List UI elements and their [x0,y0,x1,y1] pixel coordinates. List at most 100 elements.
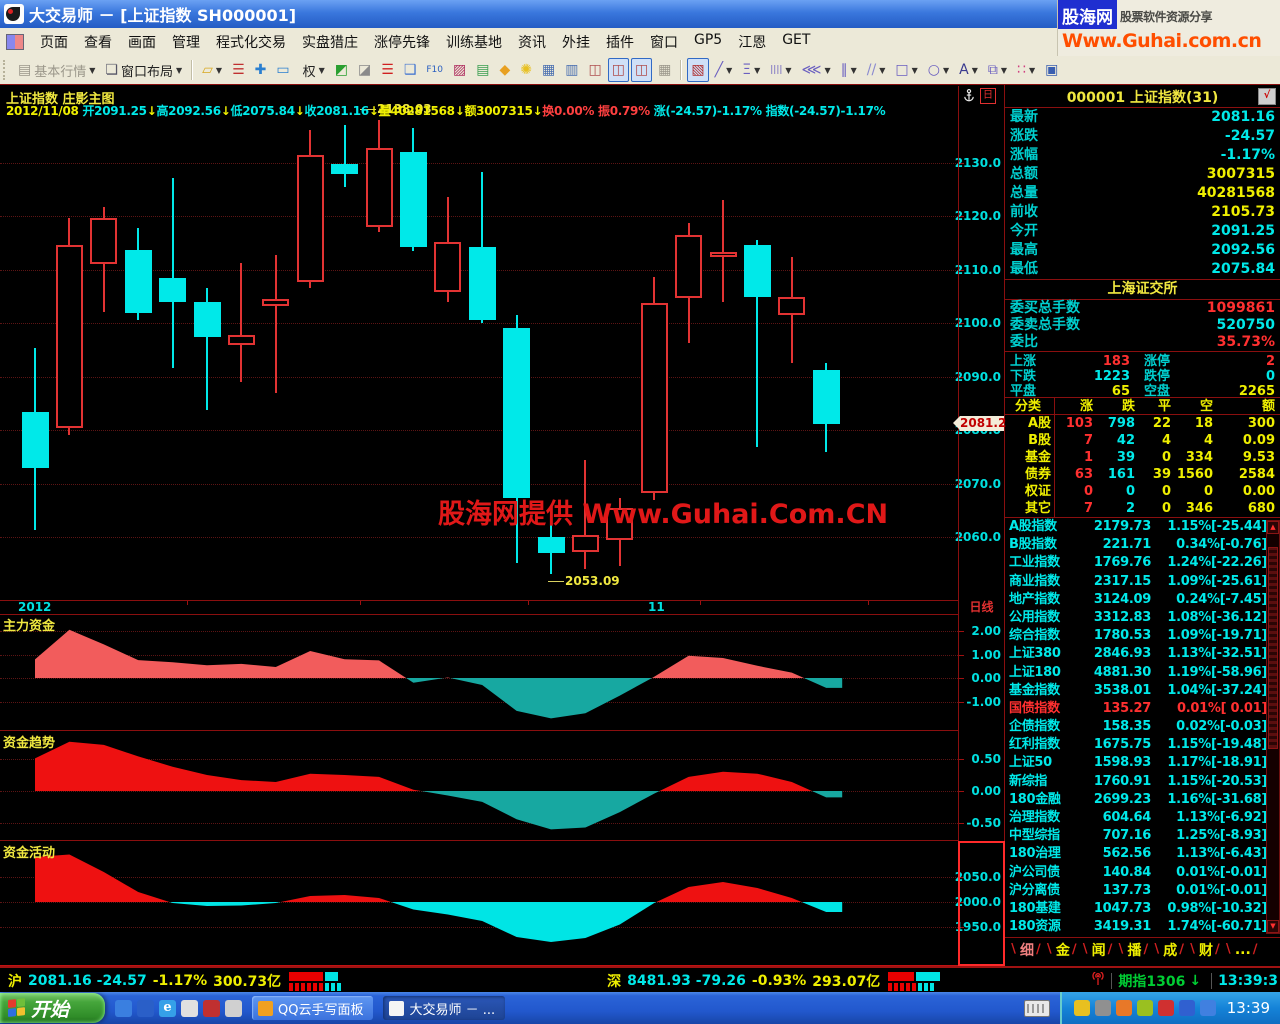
scroll-down-arrow[interactable]: ▼ [1267,920,1279,933]
calendar-button[interactable]: ▦ [654,58,675,82]
tray-icon-1[interactable] [1074,1000,1090,1016]
warning-button[interactable]: ◆ [495,58,514,82]
move-cross-button[interactable]: ✚ [251,58,271,82]
index-row[interactable]: 上证1804881.301.19%[-58.96] [1005,664,1280,682]
tray-icon-5[interactable] [1158,1000,1174,1016]
quote-row[interactable]: 前收2105.73 [1005,203,1280,222]
quote-row[interactable]: 涨跌-24.57 [1005,127,1280,146]
menu-item-9[interactable]: 资讯 [510,29,554,55]
menu-item-7[interactable]: 涨停先锋 [366,29,438,55]
quote-row[interactable]: 最低2075.84 [1005,260,1280,279]
draw-tools-button[interactable]: ▧ [687,58,708,82]
index-row[interactable]: 公用指数3312.831.08%[-36.12] [1005,609,1280,627]
basic-quotes-button[interactable]: ▤基本行情▼ [14,58,99,82]
quick-launch-icon-3[interactable]: e [159,1000,176,1017]
index-row[interactable]: 中型综指707.161.25%[-8.93] [1005,827,1280,845]
channel-tool-button[interactable]: ∥▼ [837,58,861,82]
menu-item-2[interactable]: 查看 [76,29,120,55]
index-row[interactable]: 红利指数1675.751.15%[-19.48] [1005,736,1280,754]
scroll-up-arrow[interactable]: ▲ [1267,521,1279,534]
red-bars-button[interactable]: ☰ [377,58,398,82]
sort-list-button[interactable]: ☰ [228,58,249,82]
tray-icon-7[interactable] [1200,1000,1216,1016]
index-row[interactable]: 新综指1760.911.15%[-20.53] [1005,773,1280,791]
index-row[interactable]: 上证501598.931.17%[-18.91] [1005,754,1280,772]
chart-window3-button[interactable]: ◫ [631,58,652,82]
index-row[interactable]: 地产指数3124.090.24%[-7.45] [1005,591,1280,609]
index-row[interactable]: 180金融2699.231.16%[-31.68] [1005,791,1280,809]
index-row[interactable]: B股指数221.710.34%[-0.76] [1005,536,1280,554]
date-axis[interactable]: 201211 [0,600,958,615]
vlines-tool-button[interactable]: ||||▼ [766,58,795,82]
index-scrollbar[interactable]: ▲ ▼ [1266,520,1280,934]
table-button[interactable]: ▦ [538,58,559,82]
index-row[interactable]: 180治理562.561.13%[-6.43] [1005,845,1280,863]
quote-tab-4[interactable]: 播 [1127,940,1141,960]
class-table-row[interactable]: 债券631613915602584 [1005,466,1280,483]
rights-button[interactable]: 权▼ [296,58,329,82]
palette-tool-button[interactable]: ∷▼ [1013,58,1039,82]
hatch-tool-button[interactable]: //▼ [863,58,890,82]
quote-tab-5[interactable]: 成 [1163,940,1177,960]
anchor-icon[interactable] [962,88,976,103]
index-row[interactable]: 商业指数2317.151.09%[-25.61] [1005,573,1280,591]
f10-button[interactable]: F10 [422,58,447,82]
text-tool-button[interactable]: A▼ [955,58,982,82]
chart-window2-button[interactable]: ◫ [608,58,629,82]
class-table-row[interactable]: 权证00000.00 [1005,483,1280,500]
window-layout-button[interactable]: ❏窗口布局▼ [101,58,186,82]
chart-window-button[interactable]: ◫ [584,58,605,82]
daily-period-icon[interactable]: 日 [980,88,996,104]
class-table-row[interactable]: B股742440.09 [1005,432,1280,449]
layers-button[interactable]: ❑ [400,58,421,82]
index-row[interactable]: 180基建1047.730.98%[-10.32] [1005,900,1280,918]
index-row[interactable]: 基金指数3538.011.04%[-37.24] [1005,682,1280,700]
tray-icon-4[interactable] [1137,1000,1153,1016]
class-table-row[interactable]: A股1037982218300 [1005,415,1280,432]
ad-banner[interactable]: 股海网 股票软件资源分享 Www.Guhai.com.cn [1057,0,1280,56]
menu-item-1[interactable]: 页面 [32,29,76,55]
quick-launch-icon-6[interactable] [225,1000,242,1017]
menu-item-15[interactable]: GET [774,29,818,55]
menu-item-5[interactable]: 程式化交易 [208,29,294,55]
keyboard-language-icon[interactable] [1024,1000,1050,1017]
tray-icon-2[interactable] [1095,1000,1111,1016]
quote-header-icon[interactable]: √ [1258,88,1276,105]
ruler-button[interactable]: ▭ [272,58,293,82]
start-button[interactable]: 开始 [0,993,105,1023]
rect-tool-button[interactable]: □▼ [891,58,921,82]
index-row[interactable]: 国债指数135.270.01%[ 0.01] [1005,700,1280,718]
trend-tool-button[interactable]: Ξ▼ [738,58,764,82]
quote-tab-2[interactable]: 金 [1056,940,1070,960]
index-row[interactable]: 上证3802846.931.13%[-32.51] [1005,645,1280,663]
banner-url[interactable]: Www.Guhai.com.cn [1058,29,1280,52]
sun-button[interactable]: ✺ [516,58,536,82]
index-row[interactable]: 沪公司债140.840.01%[-0.01] [1005,864,1280,882]
quote-tab-1[interactable]: 细 [1020,940,1034,960]
class-table-row[interactable]: 其它720346680 [1005,500,1280,517]
tray-icon-6[interactable] [1179,1000,1195,1016]
quote-row[interactable]: 最高2092.56 [1005,241,1280,260]
index-row[interactable]: 沪分离债137.730.01%[-0.01] [1005,882,1280,900]
quick-launch-icon-2[interactable] [137,1000,154,1017]
index-row[interactable]: 治理指数604.641.13%[-6.92] [1005,809,1280,827]
tray-icon-3[interactable] [1116,1000,1132,1016]
scroll-thumb[interactable] [1268,547,1278,749]
cards-button[interactable]: ▤ [472,58,493,82]
task-button-1[interactable]: QQ云手写面板 [252,996,373,1020]
panel-fund-trend[interactable]: 资金趋势 [0,731,958,841]
index-row[interactable]: A股指数2179.731.15%[-25.44] [1005,518,1280,536]
menu-item-10[interactable]: 外挂 [554,29,598,55]
panel-fund-activity[interactable]: 资金活动 [0,841,958,967]
task-button-2[interactable]: 大交易师 － ... [383,996,505,1020]
menu-item-12[interactable]: 窗口 [642,29,686,55]
grid-button[interactable]: ▥ [561,58,582,82]
index-row[interactable]: 企债指数158.350.02%[-0.03] [1005,718,1280,736]
quote-row[interactable]: 总额3007315 [1005,165,1280,184]
line-tool-button[interactable]: ╱▼ [711,58,737,82]
quote-row[interactable]: 今开2091.25 [1005,222,1280,241]
index-row[interactable]: 180资源3419.311.74%[-60.71] [1005,918,1280,936]
panel-main-funds[interactable]: 主力资金 [0,614,958,731]
copy-tool-button[interactable]: ⧉▼ [984,58,1011,82]
kline-gray-button[interactable]: ◪ [354,58,375,82]
